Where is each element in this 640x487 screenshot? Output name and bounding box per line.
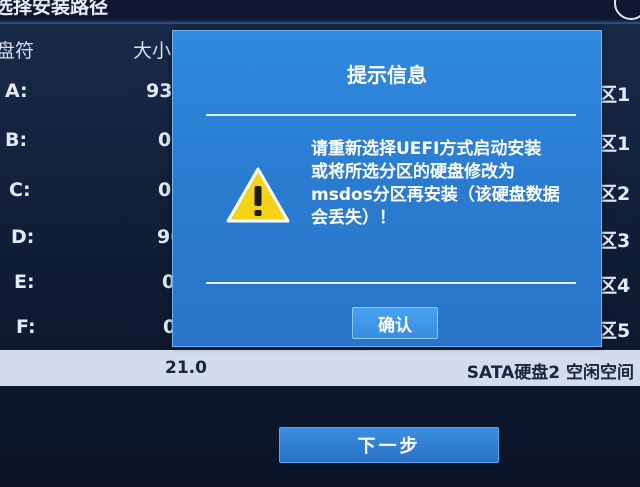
partition-type: 区2 — [598, 183, 631, 205]
table-row-selected[interactable]: 21.0 SATA硬盘2 空闲空间 — [0, 350, 640, 386]
dialog-title: 提示信息 — [347, 63, 427, 87]
partition-type: 区3 — [598, 230, 631, 252]
header-drive: 盘符 — [0, 40, 35, 62]
divider — [0, 22, 640, 24]
partition-type: 区1 — [598, 84, 631, 106]
close-icon[interactable] — [614, 0, 640, 20]
partition-size: 21.0 — [165, 358, 207, 378]
partition-type: SATA硬盘2 空闲空间 — [466, 363, 634, 383]
alert-dialog: 提示信息 请重新选择UEFI方式启动安装 或将所选分区的硬盘修改为msdos分区… — [172, 30, 602, 347]
partition-size: 93 — [146, 80, 173, 102]
drive-letter: D: — [11, 226, 35, 248]
title-bar: 选择安装路径 — [0, 0, 640, 20]
confirm-button[interactable]: 确认 — [352, 307, 438, 339]
drive-letter: B: — [5, 129, 28, 151]
dialog-divider-bottom — [206, 282, 576, 284]
next-button[interactable]: 下一步 — [279, 427, 499, 463]
warning-icon — [226, 167, 290, 223]
window-title: 选择安装路径 — [0, 0, 109, 18]
dialog-message: 请重新选择UEFI方式启动安装 或将所选分区的硬盘修改为msdos分区再安装（该… — [311, 138, 561, 230]
message-line: 请重新选择UEFI方式启动安装 — [311, 139, 542, 159]
drive-letter: C: — [9, 179, 31, 201]
drive-letter: F: — [16, 316, 36, 338]
partition-type: 区4 — [598, 275, 631, 297]
message-line: 或将所选分区的硬盘修改为msdos分区再安装（该硬盘数据会丢失）！ — [311, 162, 560, 228]
header-size: 大小 — [133, 40, 172, 62]
drive-letter: A: — [5, 80, 28, 102]
dialog-divider-top — [206, 114, 576, 116]
drive-letter: E: — [14, 271, 35, 293]
partition-type: 区1 — [598, 133, 631, 155]
partition-type: 区5 — [598, 320, 631, 342]
